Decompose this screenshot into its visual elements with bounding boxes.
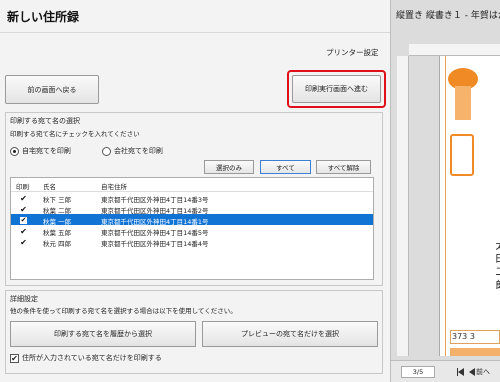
preview-navigation: 3/5 前へ: [391, 360, 500, 382]
postcard-preview-panel: 縦置き 縦書き１ - 年賀はがき 太 田 二 郎 373 3 3/5 前へ: [390, 0, 500, 382]
row-checkbox[interactable]: ✔: [19, 205, 28, 214]
row-address: 東京都千代田区外神田4丁目14番4号: [101, 240, 209, 248]
lottery-number-band: [450, 348, 500, 356]
clear-all-button[interactable]: すべて解除: [316, 160, 371, 174]
select-only-button[interactable]: 選択のみ: [204, 160, 254, 174]
postcard-preview: 太 田 二 郎 373 3: [439, 56, 500, 356]
radio-unselected-icon: [102, 146, 111, 156]
column-header-address[interactable]: 自宅住所: [101, 181, 127, 191]
row-checkbox[interactable]: ✔: [19, 194, 28, 203]
radio-company-address[interactable]: 会社宛てを印刷: [102, 146, 163, 156]
address-book-panel: 新しい住所録 プリンター設定 前の画面へ戻る 印刷実行画面へ進む 印刷する宛て名…: [0, 0, 390, 382]
address-only-checkbox[interactable]: ✔ 住所が入力されている宛て名だけを印刷する: [10, 353, 162, 363]
checkbox-label: 住所が入力されている宛て名だけを印刷する: [22, 354, 162, 362]
select-preview-only-button[interactable]: プレビューの宛て名だけを選択: [202, 321, 378, 347]
radio-label: 会社宛てを印刷: [114, 147, 163, 155]
recipient-selection-group: 印刷する宛て名の選択 印刷する宛て名にチェックを入れてください 自宅宛てを印刷 …: [5, 112, 383, 286]
detail-settings-group: 詳細設定 他の条件を使って印刷する宛て名を選択する場合は以下を使用してください。…: [5, 290, 383, 374]
list-row-selected[interactable]: ✔ 秋葉 一郎 東京都千代田区外神田4丁目14番1号: [11, 214, 373, 226]
previous-icon: [469, 368, 475, 376]
previous-label: 前へ: [476, 368, 490, 376]
printer-setting-link[interactable]: プリンター設定: [326, 47, 379, 58]
title-divider: [0, 32, 390, 33]
instruction-text: 印刷する宛て名にチェックを入れてください: [10, 130, 140, 138]
group-title: 詳細設定: [10, 295, 38, 303]
column-header-name[interactable]: 氏名: [43, 181, 56, 191]
row-checkbox[interactable]: ✔: [19, 216, 28, 225]
ruler-vertical: [397, 56, 409, 356]
list-row[interactable]: ✔ 秋下 三郎 東京都千代田区外神田4丁目14番3号: [11, 192, 373, 204]
page-indicator: 3/5: [401, 366, 435, 378]
stamp-base-image: [455, 86, 471, 120]
preview-title: 縦置き 縦書き１ - 年賀はがき: [396, 11, 500, 21]
list-row[interactable]: ✔ 秋元 四郎 東京都千代田区外神田4丁目14番4号: [11, 236, 373, 248]
group-title: 印刷する宛て名の選択: [10, 117, 80, 125]
column-header-print[interactable]: 印刷: [16, 181, 29, 191]
radio-label: 自宅宛てを印刷: [22, 147, 71, 155]
row-checkbox[interactable]: ✔: [19, 238, 28, 247]
ruler-horizontal: [409, 44, 500, 56]
recipient-name-vertical: 太 田 二 郎: [493, 240, 500, 290]
list-row[interactable]: ✔ 秋葉 二郎 東京都千代田区外神田4丁目14番2号: [11, 203, 373, 215]
first-page-button[interactable]: [457, 366, 467, 378]
list-header: 印刷 氏名 自宅住所: [11, 178, 373, 192]
postage-box: [450, 134, 474, 176]
page-title: 新しい住所録: [7, 10, 80, 24]
select-all-button[interactable]: すべて: [260, 160, 311, 174]
margin-guide: [445, 56, 446, 356]
row-name: 秋元 四郎: [43, 240, 72, 248]
list-row[interactable]: ✔ 秋葉 五郎 東京都千代田区外神田4丁目14番5号: [11, 225, 373, 237]
zip-code-text: 373 3: [452, 332, 475, 341]
radio-home-address[interactable]: 自宅宛てを印刷: [10, 146, 71, 156]
detail-note: 他の条件を使って印刷する宛て名を選択する場合は以下を使用してください。: [10, 307, 237, 315]
row-checkbox[interactable]: ✔: [19, 227, 28, 236]
select-from-history-button[interactable]: 印刷する宛て名を履歴から選択: [10, 321, 196, 347]
previous-page-button[interactable]: 前へ: [469, 366, 500, 378]
proceed-to-print-button[interactable]: 印刷実行画面へ進む: [292, 75, 381, 103]
radio-selected-icon: [10, 146, 19, 156]
back-button[interactable]: 前の画面へ戻る: [5, 75, 99, 104]
checkbox-checked-icon[interactable]: ✔: [10, 353, 19, 363]
recipient-list[interactable]: 印刷 氏名 自宅住所 ✔ 秋下 三郎 東京都千代田区外神田4丁目14番3号 ✔ …: [10, 177, 374, 280]
